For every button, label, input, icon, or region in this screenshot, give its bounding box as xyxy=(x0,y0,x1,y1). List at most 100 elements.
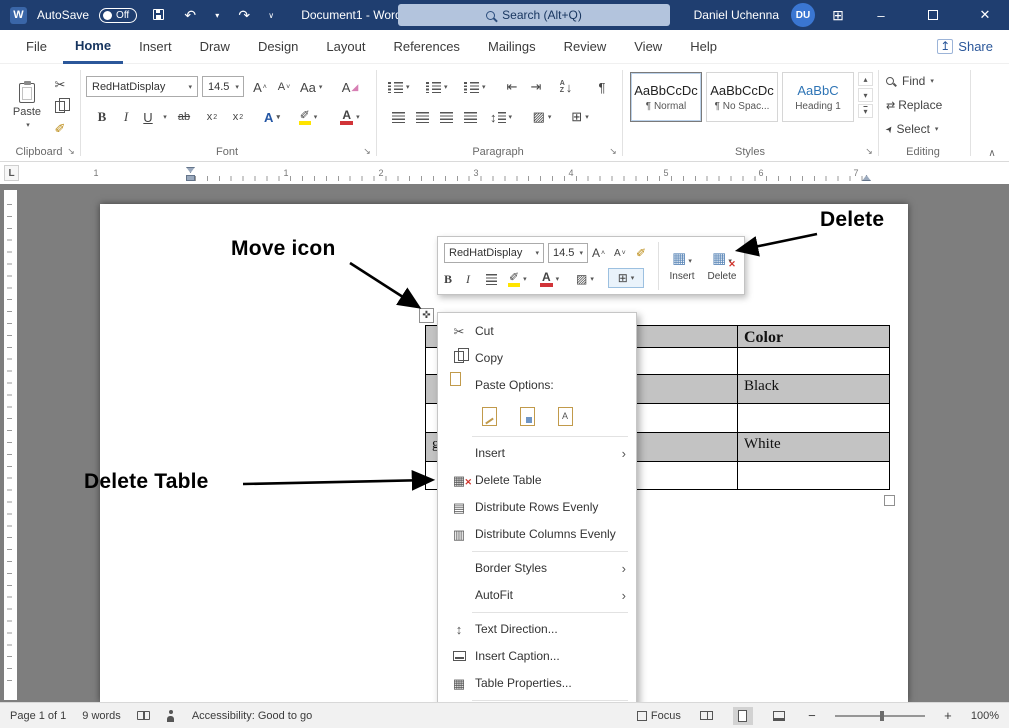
borders-button[interactable]: ⊞▾ xyxy=(570,106,590,128)
select-button[interactable]: ➤ Select ▾ xyxy=(886,122,938,136)
mini-insert-button[interactable]: ▦▾ Insert xyxy=(662,241,702,292)
search-box[interactable]: Search (Alt+Q) xyxy=(398,4,670,26)
menu-item-cut[interactable]: ✂ Cut xyxy=(438,318,636,345)
styles-scroll-up-icon[interactable]: ▴ xyxy=(858,72,873,86)
mini-highlight-button[interactable]: ✐▾ xyxy=(508,269,527,289)
mini-format-painter-button[interactable]: ✐ xyxy=(636,243,646,263)
zoom-slider[interactable] xyxy=(835,715,925,717)
multilevel-list-button[interactable]: ▾ xyxy=(464,76,486,98)
change-case-button[interactable]: Aa▾ xyxy=(300,76,322,98)
undo-icon[interactable]: ↶ xyxy=(179,7,201,24)
font-color-button[interactable]: A▾ xyxy=(340,106,360,128)
share-button[interactable]: ↥ Share xyxy=(937,39,993,54)
menu-item-insert-caption[interactable]: Insert Caption... xyxy=(438,643,636,670)
table-cell[interactable]: Black xyxy=(738,375,890,404)
tab-insert[interactable]: Insert xyxy=(127,31,184,62)
style-normal[interactable]: AaBbCcDc ¶ Normal xyxy=(630,72,702,122)
mini-grow-font-button[interactable]: A˄ xyxy=(592,243,605,263)
align-center-button[interactable] xyxy=(412,106,432,128)
right-indent-marker[interactable] xyxy=(862,175,871,181)
table-cell[interactable] xyxy=(738,462,890,490)
font-size-combo[interactable]: 14.5 ▾ xyxy=(202,76,244,97)
mini-font-size-combo[interactable]: 14.5 ▾ xyxy=(548,243,588,263)
paste-button[interactable]: Paste ▾ xyxy=(8,70,46,142)
menu-item-distribute-columns[interactable]: ▥ Distribute Columns Evenly xyxy=(438,521,636,548)
paste-keep-source-formatting-button[interactable] xyxy=(476,403,502,429)
zoom-in-button[interactable]: + xyxy=(941,708,955,723)
print-layout-button[interactable] xyxy=(733,707,753,725)
grow-font-button[interactable]: A˄ xyxy=(250,76,270,98)
proofing-icon[interactable] xyxy=(137,711,150,720)
menu-item-table-properties[interactable]: ▦ Table Properties... xyxy=(438,670,636,697)
font-dialog-launcher-icon[interactable]: ↘ xyxy=(360,144,374,158)
user-name[interactable]: Daniel Uchenna xyxy=(694,8,779,22)
save-icon[interactable] xyxy=(147,7,169,23)
tab-mailings[interactable]: Mailings xyxy=(476,31,548,62)
quick-access-chevron-icon[interactable]: ∨ xyxy=(265,11,277,20)
mini-shading-button[interactable]: ▨▾ xyxy=(576,269,594,289)
clear-formatting-button[interactable]: A◢ xyxy=(340,76,360,98)
word-logo-icon[interactable]: W xyxy=(10,7,27,24)
word-count[interactable]: 9 words xyxy=(82,710,121,722)
menu-item-copy[interactable]: Copy xyxy=(438,345,636,372)
menu-item-delete-table[interactable]: ▦✕ Delete Table xyxy=(438,467,636,494)
page-indicator[interactable]: Page 1 of 1 xyxy=(10,710,66,722)
shading-button[interactable]: ▨▾ xyxy=(532,106,552,128)
tab-design[interactable]: Design xyxy=(246,31,310,62)
menu-item-autofit[interactable]: AutoFit › xyxy=(438,582,636,609)
zoom-level[interactable]: 100% xyxy=(971,710,999,722)
mini-styles-button[interactable] xyxy=(486,269,497,289)
paste-keep-text-only-button[interactable]: A xyxy=(552,403,578,429)
autosave-toggle[interactable]: Off xyxy=(99,8,137,23)
shrink-font-button[interactable]: A˅ xyxy=(274,76,294,98)
styles-dialog-launcher-icon[interactable]: ↘ xyxy=(862,144,876,158)
web-layout-button[interactable] xyxy=(769,707,789,725)
tab-stop-selector[interactable]: L xyxy=(4,165,19,181)
horizontal-ruler[interactable]: 1 1 2 3 4 5 6 7 xyxy=(22,167,1001,182)
mini-bold-button[interactable]: B xyxy=(444,269,452,289)
styles-gallery-more-icon[interactable]: ▾ xyxy=(858,104,873,118)
styles-scroll-down-icon[interactable]: ▾ xyxy=(858,88,873,102)
show-paragraph-marks-button[interactable]: ¶ xyxy=(592,76,612,98)
tab-review[interactable]: Review xyxy=(552,31,619,62)
mini-delete-button[interactable]: ▦✕▾ Delete xyxy=(702,241,742,292)
tab-references[interactable]: References xyxy=(381,31,471,62)
text-effects-button[interactable]: A▾ xyxy=(262,106,282,128)
collapse-ribbon-icon[interactable]: ∧ xyxy=(982,142,1002,164)
clipboard-dialog-launcher-icon[interactable]: ↘ xyxy=(64,144,78,158)
table-header-cell[interactable]: Color xyxy=(738,326,890,348)
table-cell[interactable] xyxy=(738,404,890,433)
font-name-combo[interactable]: RedHatDisplay ▾ xyxy=(86,76,198,97)
decrease-indent-button[interactable]: ⇤ xyxy=(502,76,522,98)
sort-button[interactable]: AZ↓ xyxy=(556,76,576,98)
numbering-button[interactable]: ▾ xyxy=(426,76,448,98)
ribbon-display-options-icon[interactable]: ⊞ xyxy=(827,7,849,24)
read-mode-button[interactable] xyxy=(697,707,717,725)
focus-button[interactable]: Focus xyxy=(637,710,681,722)
align-left-button[interactable] xyxy=(388,106,408,128)
italic-button[interactable]: I xyxy=(116,106,136,128)
highlight-button[interactable]: ✐▾ xyxy=(298,106,318,128)
mini-italic-button[interactable]: I xyxy=(466,269,470,289)
tab-file[interactable]: File xyxy=(14,31,59,62)
maximize-button[interactable] xyxy=(913,0,953,30)
first-line-indent-marker[interactable] xyxy=(186,167,195,173)
tab-help[interactable]: Help xyxy=(678,31,729,62)
copy-button[interactable] xyxy=(50,96,70,118)
line-spacing-button[interactable]: ↕▾ xyxy=(490,106,512,128)
style-no-spacing[interactable]: AaBbCcDc ¶ No Spac... xyxy=(706,72,778,122)
accessibility-icon[interactable] xyxy=(166,710,176,722)
table-cell[interactable]: White xyxy=(738,433,890,462)
menu-item-insert[interactable]: Insert › xyxy=(438,440,636,467)
mini-font-color-button[interactable]: A▾ xyxy=(540,269,559,289)
redo-icon[interactable]: ↷ xyxy=(233,7,255,24)
tab-layout[interactable]: Layout xyxy=(314,31,377,62)
minimize-button[interactable]: – xyxy=(861,0,901,30)
replace-button[interactable]: ⇄ Replace xyxy=(886,98,942,112)
align-right-button[interactable] xyxy=(436,106,456,128)
underline-dropdown-icon[interactable]: ▾ xyxy=(154,106,174,128)
vertical-ruler[interactable] xyxy=(4,190,17,700)
mini-font-name-combo[interactable]: RedHatDisplay ▾ xyxy=(444,243,544,263)
format-painter-button[interactable]: ✐ xyxy=(50,118,70,140)
superscript-button[interactable]: x2 xyxy=(228,106,248,128)
